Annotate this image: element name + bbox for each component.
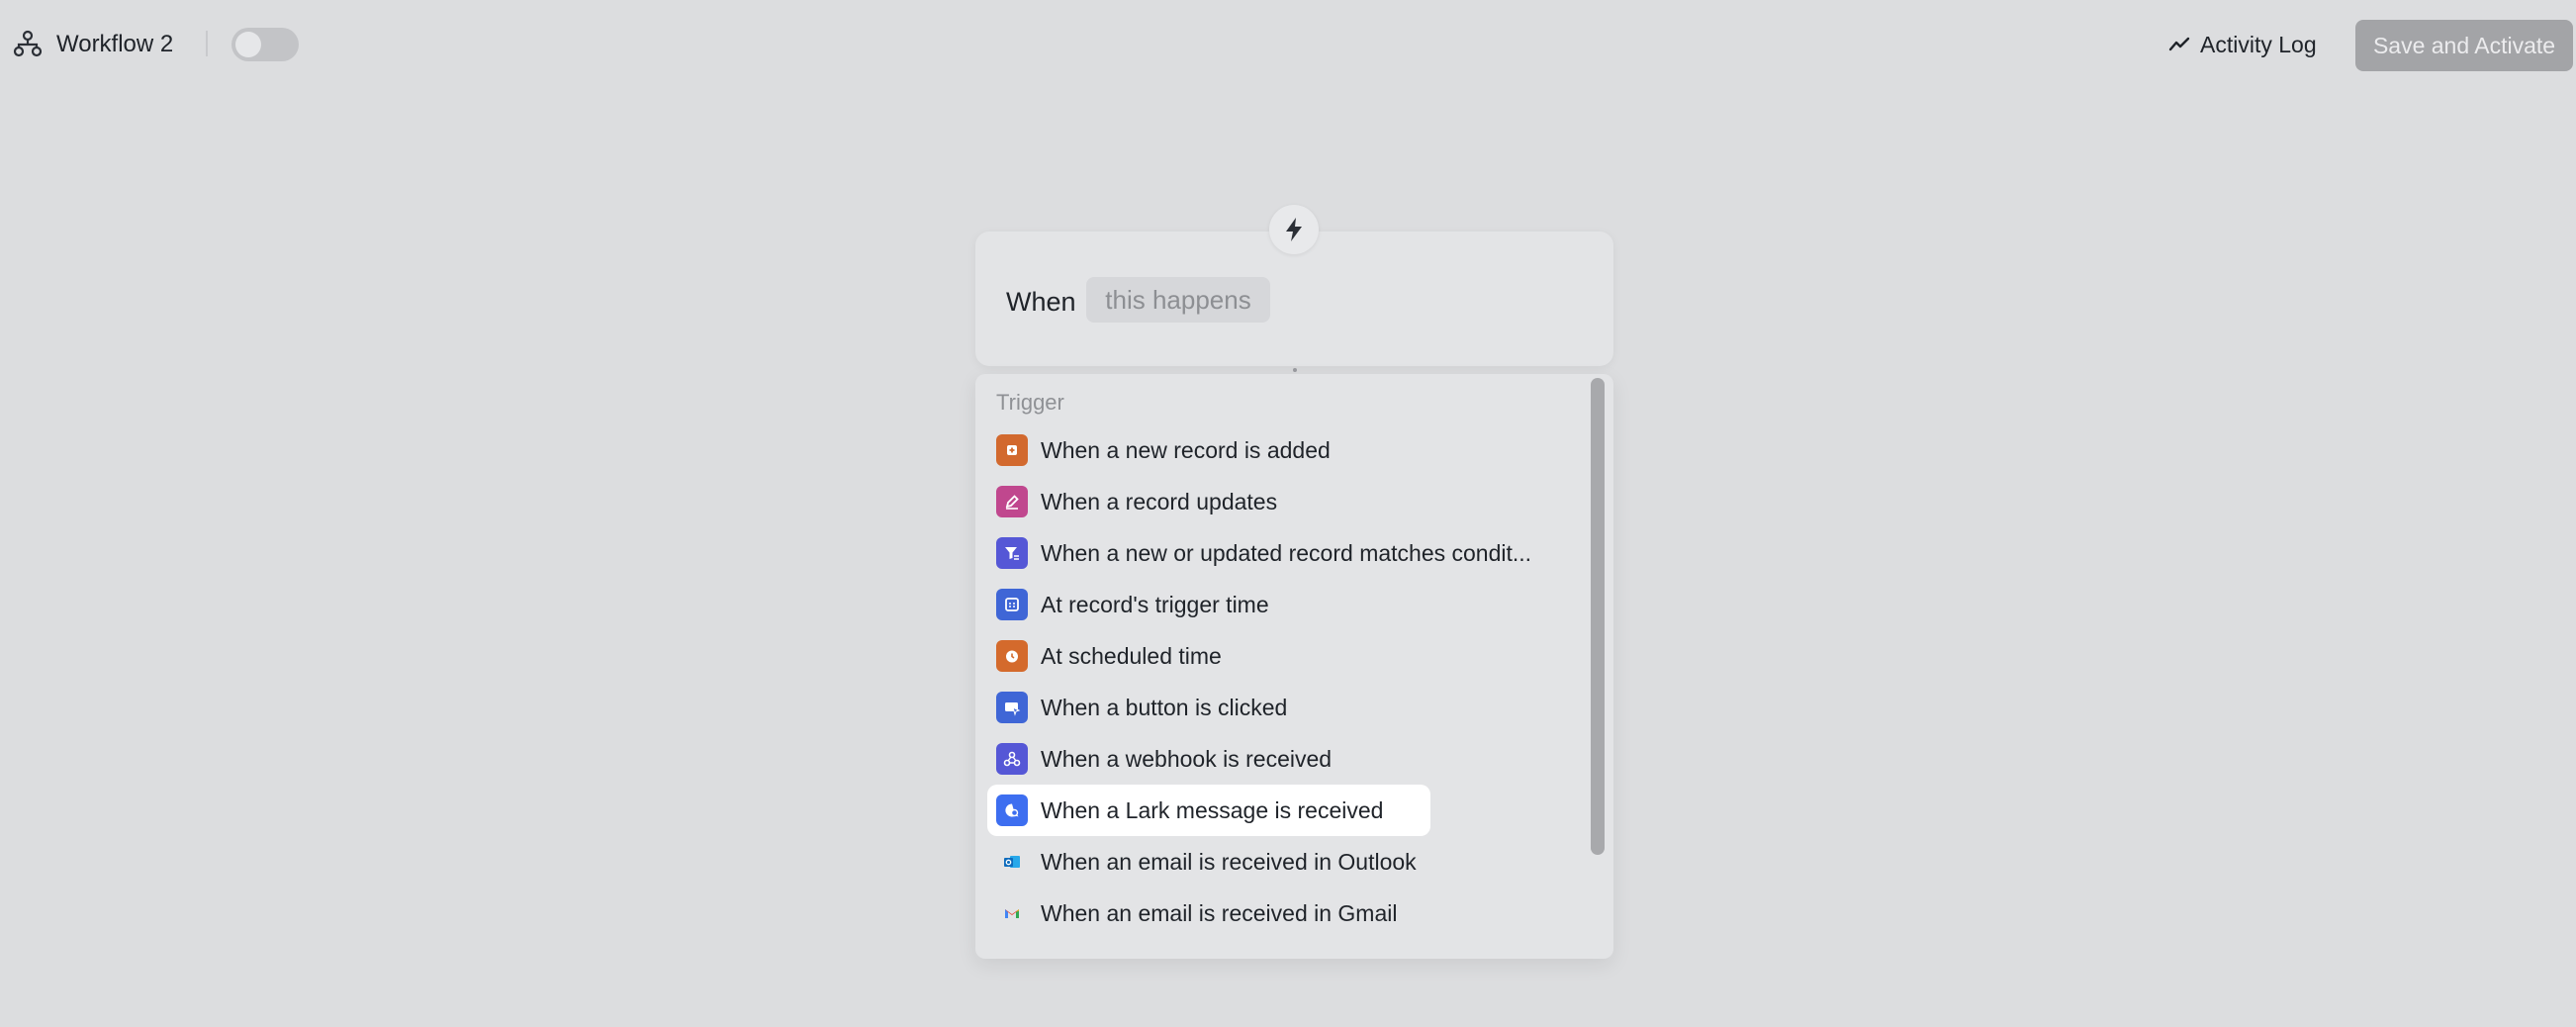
trigger-option-label: When an email is received in Gmail — [1041, 899, 1398, 926]
trigger-option-label: When a button is clicked — [1041, 694, 1288, 720]
activate-toggle[interactable] — [231, 28, 299, 61]
trigger-option-label: When a record updates — [1041, 488, 1278, 514]
trigger-section-title: Trigger — [996, 390, 1064, 415]
trigger-option[interactable]: When a webhook is received — [987, 733, 1430, 785]
trigger-option-label: When a webhook is received — [1041, 745, 1333, 772]
connector-dot — [1293, 368, 1297, 372]
add-record-icon — [996, 434, 1028, 466]
trigger-option[interactable]: When a button is clicked — [987, 682, 1430, 733]
divider — [206, 31, 208, 56]
trend-line-icon — [2168, 37, 2190, 51]
trigger-option[interactable]: When a new record is added — [987, 424, 1430, 476]
filter-icon — [996, 537, 1028, 569]
edit-record-icon — [996, 486, 1028, 517]
clock-icon — [996, 640, 1028, 672]
calendar-icon — [996, 589, 1028, 620]
trigger-option-label: At record's trigger time — [1041, 591, 1269, 617]
top-bar: Workflow 2 Activity Log Save and Activat… — [0, 0, 2576, 89]
trigger-option[interactable]: When an email is received in Outlook — [987, 836, 1430, 887]
trigger-option[interactable]: When an email is received in Gmail — [987, 887, 1430, 939]
trigger-option-label: When an email is received in Outlook — [1041, 848, 1417, 875]
button-click-icon — [996, 692, 1028, 723]
trigger-option[interactable]: When a new or updated record matches con… — [987, 527, 1531, 579]
when-label: When — [1006, 287, 1076, 317]
activity-log-label: Activity Log — [2200, 31, 2317, 57]
trigger-option[interactable]: When a Lark message is received — [987, 785, 1430, 836]
lark-message-icon — [996, 794, 1028, 826]
save-and-activate-button[interactable]: Save and Activate — [2355, 20, 2573, 71]
dropdown-scrollbar[interactable] — [1591, 378, 1605, 855]
trigger-option-label: When a new record is added — [1041, 436, 1331, 463]
trigger-option-label: At scheduled time — [1041, 642, 1222, 669]
trigger-placeholder-chip[interactable]: this happens — [1086, 277, 1270, 323]
trigger-option-label: When a Lark message is received — [1041, 796, 1384, 823]
activity-log-button[interactable]: Activity Log — [2168, 28, 2317, 61]
trigger-option[interactable]: When a record updates — [987, 476, 1430, 527]
trigger-badge — [1269, 205, 1319, 254]
webhook-icon — [996, 743, 1028, 775]
trigger-option[interactable]: At scheduled time — [987, 630, 1430, 682]
lightning-icon — [1286, 218, 1302, 241]
gmail-icon — [996, 897, 1028, 929]
trigger-option[interactable]: At record's trigger time — [987, 579, 1430, 630]
trigger-option-label: When a new or updated record matches con… — [1041, 539, 1532, 566]
workflow-icon — [13, 30, 43, 57]
workflow-title[interactable]: Workflow 2 — [56, 29, 173, 60]
toggle-knob — [235, 32, 261, 57]
outlook-icon — [996, 846, 1028, 878]
